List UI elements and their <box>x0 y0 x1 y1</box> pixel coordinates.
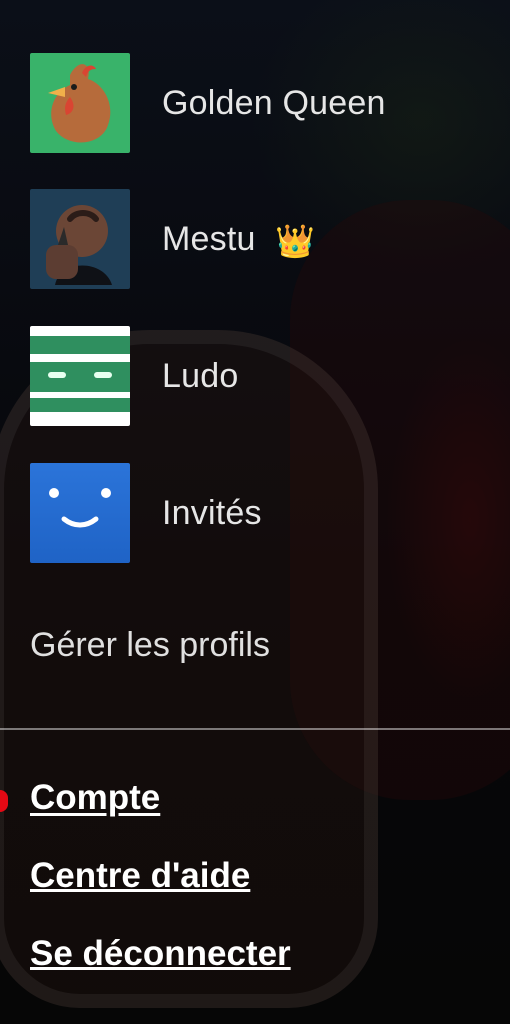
profile-item-golden-queen[interactable]: Golden Queen <box>30 53 480 153</box>
profile-item-invites[interactable]: Invités <box>30 463 480 563</box>
profile-name: Golden Queen <box>162 86 386 120</box>
help-center-link[interactable]: Centre d'aide <box>30 858 291 893</box>
smiley-avatar-graphic <box>30 463 130 563</box>
man-avatar-icon <box>30 189 130 289</box>
manage-profiles-link[interactable]: Gérer les profils <box>30 626 270 665</box>
profile-name: Mestu 👑 <box>162 222 315 257</box>
profile-name-text: Mestu <box>162 219 256 258</box>
profile-name-text: Ludo <box>162 357 239 395</box>
mummy-avatar-graphic <box>30 326 130 426</box>
hen-avatar-icon <box>30 53 130 153</box>
crown-icon: 👑 <box>275 222 316 259</box>
man-avatar-graphic <box>30 189 130 289</box>
mummy-avatar-icon <box>30 326 130 426</box>
profile-name-text: Golden Queen <box>162 84 386 122</box>
profile-name: Invités <box>162 496 262 530</box>
profile-name-text: Invités <box>162 494 262 532</box>
profile-item-ludo[interactable]: Ludo <box>30 326 480 426</box>
selected-indicator <box>0 790 8 812</box>
account-link[interactable]: Compte <box>30 780 291 815</box>
profile-menu: Golden Queen Mestu 👑 Ludo Invités Gérer … <box>0 0 510 1024</box>
smiley-avatar-icon <box>30 463 130 563</box>
manage-profiles-label: Gérer les profils <box>30 626 270 664</box>
profile-name: Ludo <box>162 359 238 393</box>
profile-item-mestu[interactable]: Mestu 👑 <box>30 189 480 289</box>
account-menu-screen: Golden Queen Mestu 👑 Ludo Invités Gérer … <box>0 0 510 1024</box>
menu-divider <box>0 728 510 730</box>
hen-avatar-graphic <box>30 53 130 153</box>
account-links: Compte Centre d'aide Se déconnecter <box>30 780 291 971</box>
sign-out-link[interactable]: Se déconnecter <box>30 936 291 971</box>
